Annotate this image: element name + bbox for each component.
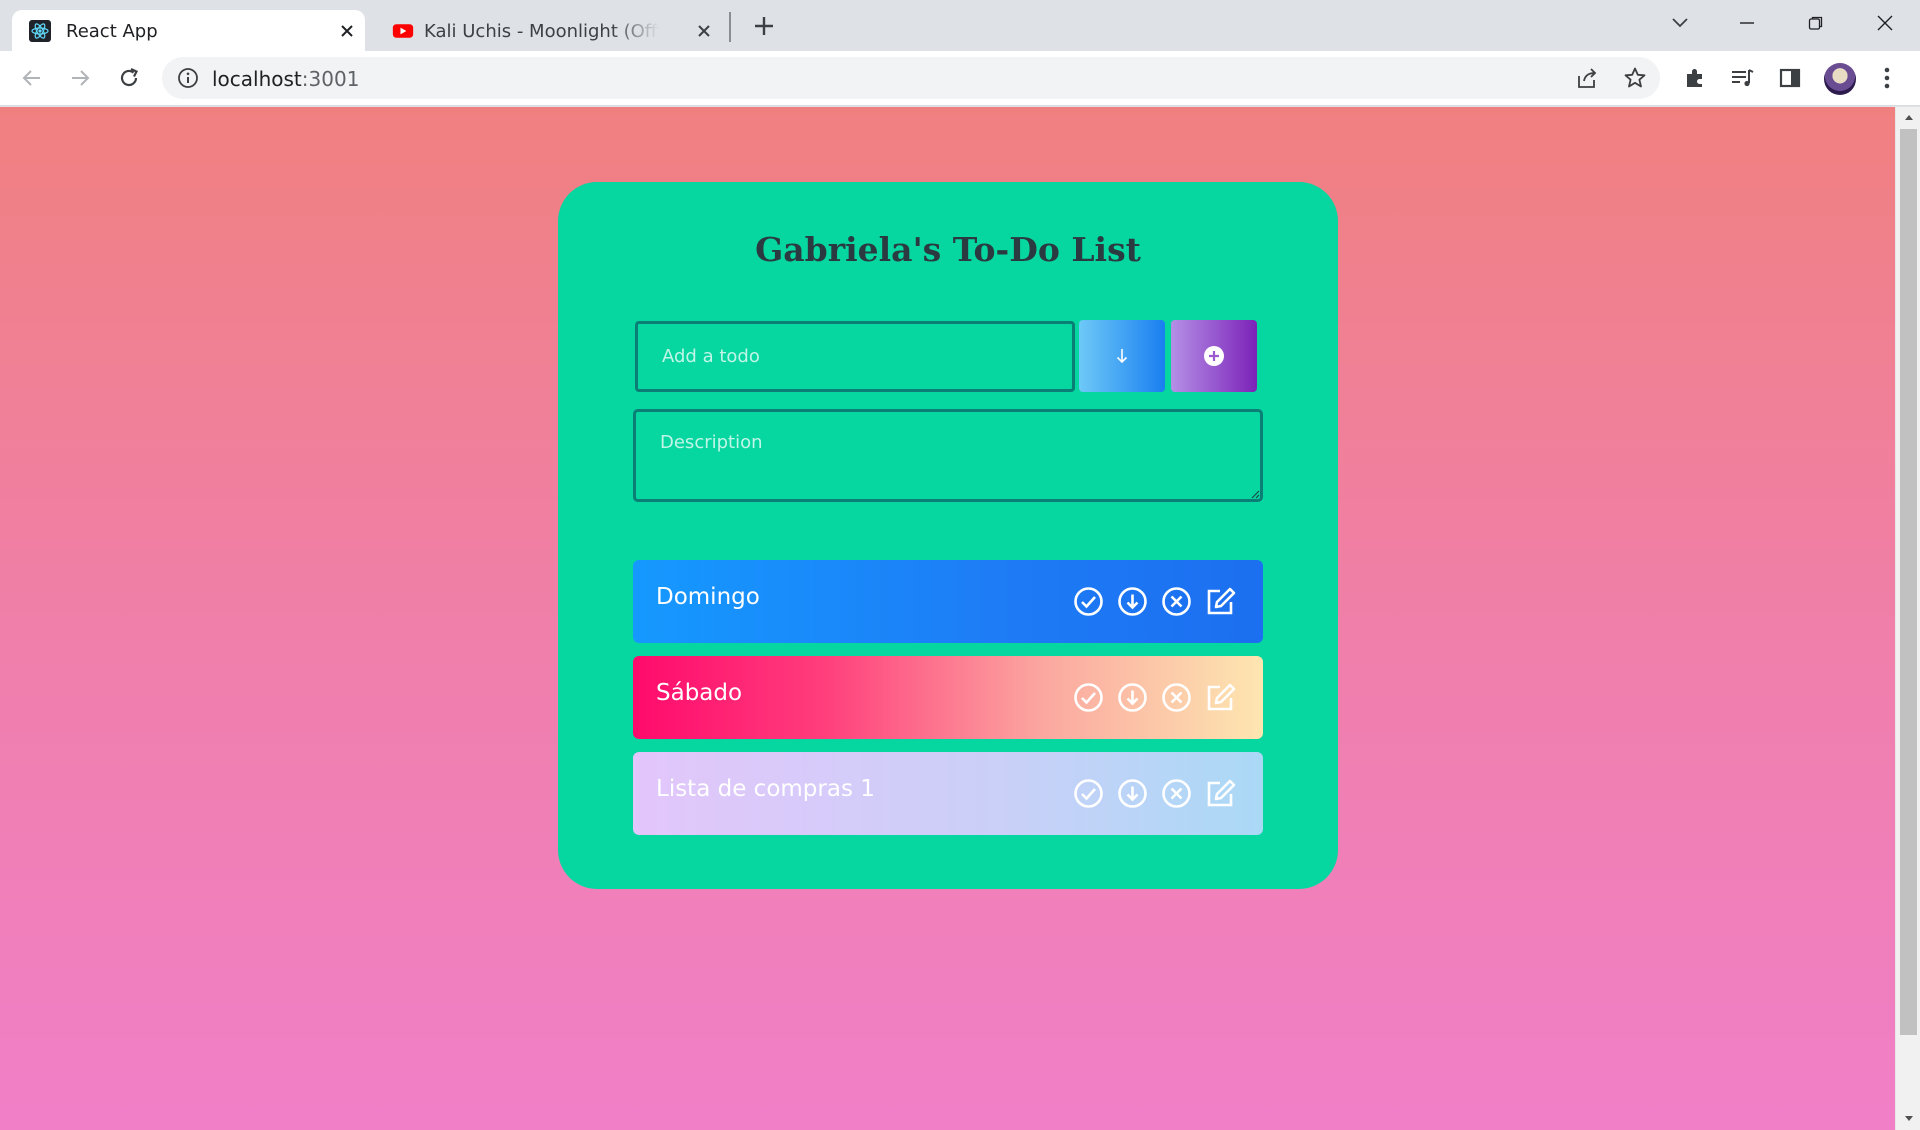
tab-react-app[interactable]: React App (12, 10, 365, 51)
restore-icon (1808, 16, 1823, 30)
add-todo-input[interactable] (635, 321, 1075, 392)
info-icon[interactable] (176, 66, 200, 90)
todo-item[interactable]: Lista de compras 1 (633, 752, 1263, 835)
download-circle-icon[interactable] (1117, 586, 1148, 617)
browser-toolbar: localhost:3001 (0, 51, 1920, 106)
arrow-right-icon (72, 70, 90, 86)
tab-title: Kali Uchis - Moonlight (Official Lyric V… (424, 21, 659, 42)
todo-actions (1073, 778, 1236, 812)
todo-item-text: Sábado (656, 680, 743, 706)
media-control-icon[interactable] (1727, 63, 1757, 93)
tab-title: React App (66, 21, 158, 42)
youtube-icon (392, 20, 414, 42)
scroll-down-arrow-icon[interactable] (1902, 1113, 1915, 1125)
delete-circle-icon[interactable] (1161, 586, 1192, 617)
reload-icon (120, 67, 138, 87)
url-host: localhost (212, 67, 302, 91)
page-title: Gabriela's To-Do List (755, 230, 1141, 269)
reload-button[interactable] (114, 63, 144, 93)
download-circle-icon[interactable] (1117, 778, 1148, 809)
arrow-left-icon (22, 70, 40, 86)
close-icon[interactable] (336, 20, 358, 42)
close-icon (1877, 15, 1893, 31)
restore-button[interactable] (1796, 8, 1836, 38)
todo-app-card: Gabriela's To-Do List Domingo Sábado (558, 182, 1338, 889)
share-icon[interactable] (1572, 63, 1602, 93)
scrollbar-thumb[interactable] (1900, 129, 1917, 1035)
url-port: :3001 (301, 67, 360, 91)
react-icon (29, 20, 51, 42)
tab-youtube[interactable]: Kali Uchis - Moonlight (Official Lyric V… (375, 10, 725, 51)
profile-avatar[interactable] (1824, 63, 1856, 95)
todo-item[interactable]: Domingo (633, 560, 1263, 643)
check-circle-icon[interactable] (1073, 586, 1104, 617)
minimize-button[interactable] (1727, 8, 1767, 38)
tab-separator (729, 12, 731, 42)
todo-item-text: Lista de compras 1 (656, 776, 875, 802)
todo-item[interactable]: Sábado (633, 656, 1263, 739)
extensions-icon[interactable] (1680, 63, 1710, 93)
add-todo-button[interactable] (1171, 320, 1257, 392)
vertical-scrollbar[interactable] (1895, 107, 1920, 1130)
arrow-down-icon (1116, 349, 1128, 364)
edit-icon[interactable] (1205, 778, 1236, 809)
sort-button[interactable] (1079, 320, 1165, 392)
star-icon[interactable] (1620, 63, 1650, 93)
url-text: localhost:3001 (212, 67, 359, 91)
address-bar[interactable]: localhost:3001 (162, 57, 1660, 99)
check-circle-icon[interactable] (1073, 778, 1104, 809)
chevron-down-icon (1672, 18, 1688, 28)
edit-icon[interactable] (1205, 682, 1236, 713)
scroll-up-arrow-icon[interactable] (1902, 111, 1915, 123)
new-tab-button[interactable] (749, 11, 779, 41)
minimize-icon (1740, 22, 1754, 24)
plus-icon (755, 17, 773, 35)
delete-circle-icon[interactable] (1161, 682, 1192, 713)
check-circle-icon[interactable] (1073, 682, 1104, 713)
plus-circle-icon (1204, 346, 1224, 366)
close-icon[interactable] (693, 20, 715, 42)
resize-handle-icon[interactable] (1248, 487, 1260, 499)
delete-circle-icon[interactable] (1161, 778, 1192, 809)
edit-icon[interactable] (1205, 586, 1236, 617)
close-window-button[interactable] (1865, 8, 1905, 38)
download-circle-icon[interactable] (1117, 682, 1148, 713)
more-menu-icon[interactable] (1872, 63, 1902, 93)
page-viewport: Gabriela's To-Do List Domingo Sábado (0, 107, 1895, 1130)
description-input[interactable] (633, 409, 1263, 502)
forward-button[interactable] (65, 63, 95, 93)
tab-search-button[interactable] (1660, 8, 1700, 38)
todo-actions (1073, 586, 1236, 620)
back-button[interactable] (17, 63, 47, 93)
todo-item-text: Domingo (656, 584, 760, 610)
todo-actions (1073, 682, 1236, 716)
tab-strip: React App Kali Uchis - Moonlight (Offici… (0, 0, 1920, 51)
side-panel-icon[interactable] (1775, 63, 1805, 93)
